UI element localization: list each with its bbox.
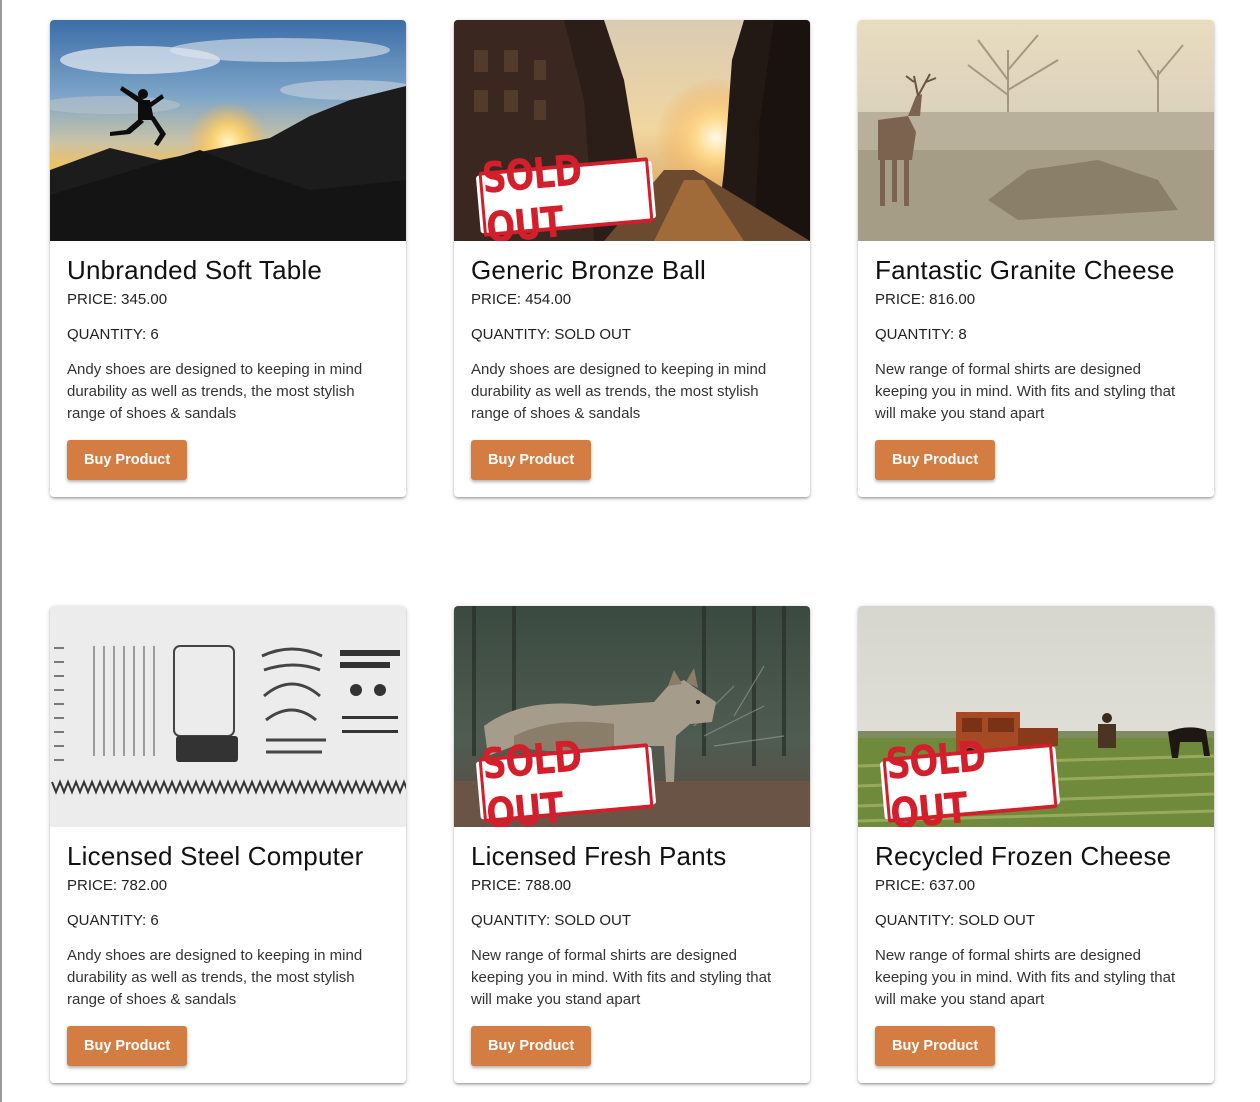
product-description: New range of formal shirts are designed …	[471, 947, 772, 1008]
buy-product-button[interactable]: Buy Product	[67, 1026, 188, 1066]
product-price: PRICE: 454.00	[471, 291, 572, 308]
sold-out-stamp-text: SOLD OUT	[478, 146, 654, 241]
product-title: Licensed Fresh Pants	[471, 841, 727, 871]
product-image-farm-harvester: SOLD OUT	[858, 606, 1214, 827]
product-listing-page: Unbranded Soft Table PRICE: 345.00 QUANT…	[0, 0, 1260, 1102]
buy-product-button[interactable]: Buy Product	[875, 440, 996, 480]
product-description: New range of formal shirts are designed …	[875, 361, 1176, 422]
product-details: Recycled Frozen Cheese PRICE: 637.00 QUA…	[858, 827, 1214, 1011]
product-card: SOLD OUT Licensed Fresh Pants PRICE: 788…	[454, 606, 810, 1083]
product-quantity: QUANTITY: SOLD OUT	[471, 326, 632, 343]
buy-product-button[interactable]: Buy Product	[471, 1026, 592, 1066]
buy-product-button[interactable]: Buy Product	[875, 1026, 996, 1066]
deer-in-field-photo	[858, 20, 1214, 241]
product-details: Generic Bronze Ball PRICE: 454.00 QUANTI…	[454, 241, 810, 425]
product-title: Recycled Frozen Cheese	[875, 841, 1172, 871]
typewriter-parts-photo	[50, 606, 406, 827]
product-quantity: QUANTITY: SOLD OUT	[875, 912, 1036, 929]
product-quantity: QUANTITY: 8	[875, 326, 967, 343]
sold-out-stamp: SOLD OUT	[475, 732, 657, 827]
buy-product-button[interactable]: Buy Product	[471, 440, 592, 480]
sold-out-stamp: SOLD OUT	[475, 146, 657, 241]
product-title: Generic Bronze Ball	[471, 255, 707, 285]
product-title: Licensed Steel Computer	[67, 841, 364, 871]
product-card: Unbranded Soft Table PRICE: 345.00 QUANT…	[50, 20, 406, 497]
buy-product-button[interactable]: Buy Product	[67, 440, 188, 480]
product-quantity: QUANTITY: SOLD OUT	[471, 912, 632, 929]
sold-out-stamp-text: SOLD OUT	[882, 732, 1058, 827]
product-image-city-street: SOLD OUT	[454, 20, 810, 241]
product-description: New range of formal shirts are designed …	[875, 947, 1176, 1008]
product-price: PRICE: 816.00	[875, 291, 976, 308]
sold-out-stamp: SOLD OUT	[879, 732, 1061, 827]
product-image-typewriter-parts	[50, 606, 406, 827]
product-card: SOLD OUT Generic Bronze Ball PRICE: 454.…	[454, 20, 810, 497]
product-card: SOLD OUT Recycled Frozen Cheese PRICE: 6…	[858, 606, 1214, 1083]
product-title: Unbranded Soft Table	[67, 255, 323, 285]
product-image-coyote: SOLD OUT	[454, 606, 810, 827]
product-card: Licensed Steel Computer PRICE: 782.00 QU…	[50, 606, 406, 1083]
product-description: Andy shoes are designed to keeping in mi…	[67, 947, 363, 1008]
product-price: PRICE: 788.00	[471, 877, 572, 894]
product-details: Licensed Steel Computer PRICE: 782.00 QU…	[50, 827, 406, 1011]
product-details: Fantastic Granite Cheese PRICE: 816.00 Q…	[858, 241, 1214, 425]
product-details: Licensed Fresh Pants PRICE: 788.00 QUANT…	[454, 827, 810, 1011]
sunset-jumper-photo	[50, 20, 406, 241]
product-price: PRICE: 345.00	[67, 291, 168, 308]
product-grid: Unbranded Soft Table PRICE: 345.00 QUANT…	[50, 20, 1214, 1083]
product-details: Unbranded Soft Table PRICE: 345.00 QUANT…	[50, 241, 406, 425]
product-image-sunset-jumper	[50, 20, 406, 241]
sold-out-stamp-text: SOLD OUT	[478, 732, 654, 827]
product-description: Andy shoes are designed to keeping in mi…	[67, 361, 363, 422]
product-description: Andy shoes are designed to keeping in mi…	[471, 361, 767, 422]
product-quantity: QUANTITY: 6	[67, 912, 159, 929]
product-card: Fantastic Granite Cheese PRICE: 816.00 Q…	[858, 20, 1214, 497]
product-title: Fantastic Granite Cheese	[875, 255, 1175, 285]
product-price: PRICE: 782.00	[67, 877, 168, 894]
product-quantity: QUANTITY: 6	[67, 326, 159, 343]
product-image-deer	[858, 20, 1214, 241]
product-price: PRICE: 637.00	[875, 877, 976, 894]
